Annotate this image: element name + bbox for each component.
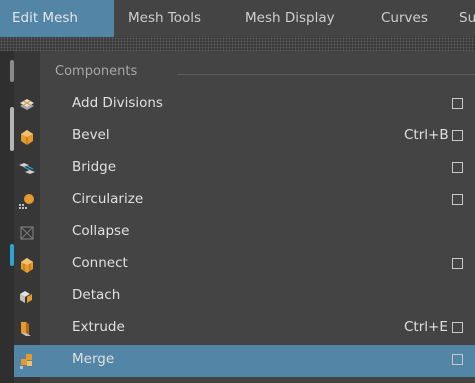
- menu-item-connect[interactable]: Connect: [14, 249, 475, 281]
- menu-item-label: Connect: [72, 255, 128, 271]
- menu-mesh-tools-label: Mesh Tools: [128, 10, 202, 26]
- edit-mesh-dropdown: Components Add Divisions Bevel Ctrl+B Br…: [14, 51, 475, 383]
- menu-item-label: Bevel: [72, 127, 110, 143]
- menu-item-extrude[interactable]: Extrude Ctrl+E: [14, 313, 475, 345]
- detach-icon: [20, 291, 32, 303]
- menu-surfaces[interactable]: Su: [459, 0, 475, 37]
- section-label: Components: [55, 64, 138, 79]
- menu-item-add-divisions[interactable]: Add Divisions: [14, 89, 475, 121]
- option-box[interactable]: [452, 258, 463, 269]
- menu-item-label: Add Divisions: [72, 95, 163, 111]
- collapse-icon: [20, 226, 34, 240]
- menu-edit-mesh-label: Edit Mesh: [12, 10, 78, 26]
- bridge-icon: [19, 163, 35, 174]
- menu-mesh-display-label: Mesh Display: [245, 10, 335, 26]
- background-panel: [0, 51, 14, 383]
- option-box[interactable]: [452, 322, 463, 333]
- menu-item-circularize[interactable]: Circularize: [14, 185, 475, 217]
- option-box[interactable]: [452, 194, 463, 205]
- add-divisions-icon: [20, 99, 34, 110]
- merge-icon: [20, 354, 32, 369]
- extrude-icon: [21, 322, 31, 336]
- menu-item-label: Detach: [72, 287, 121, 303]
- connect-icon: [21, 258, 33, 273]
- shortcut-label: Ctrl+E: [404, 319, 448, 335]
- menu-item-label: Merge: [72, 351, 115, 367]
- menu-item-label: Circularize: [72, 191, 144, 207]
- menu-mesh-display[interactable]: Mesh Display: [245, 0, 335, 37]
- menu-item-bevel[interactable]: Bevel Ctrl+B: [14, 121, 475, 153]
- option-box[interactable]: [452, 130, 463, 141]
- menu-curves[interactable]: Curves: [381, 0, 428, 37]
- circularize-icon: [19, 194, 34, 209]
- option-box[interactable]: [452, 162, 463, 173]
- section-header-components: Components: [14, 61, 475, 85]
- menu-surfaces-label: Su: [459, 10, 475, 26]
- menu-item-collapse[interactable]: Collapse: [14, 217, 475, 249]
- option-box[interactable]: [452, 98, 463, 109]
- menu-item-label: Bridge: [72, 159, 117, 175]
- menu-edit-mesh[interactable]: Edit Mesh: [0, 0, 114, 37]
- menu-curves-label: Curves: [381, 10, 428, 26]
- shortcut-label: Ctrl+B: [404, 127, 449, 143]
- menu-mesh-tools[interactable]: Mesh Tools: [128, 0, 201, 37]
- menu-bar: Edit Mesh Mesh Tools Mesh Display Curves…: [0, 0, 475, 37]
- option-box[interactable]: [452, 354, 463, 365]
- bevel-icon: [21, 130, 33, 145]
- menu-item-label: Extrude: [72, 319, 125, 335]
- menu-tear-off-handle[interactable]: [0, 37, 475, 51]
- menu-item-label: Collapse: [72, 223, 130, 239]
- menu-item-bridge[interactable]: Bridge: [14, 153, 475, 185]
- menu-item-merge[interactable]: Merge: [14, 345, 475, 377]
- section-divider: [177, 74, 475, 75]
- menu-item-detach[interactable]: Detach: [14, 281, 475, 313]
